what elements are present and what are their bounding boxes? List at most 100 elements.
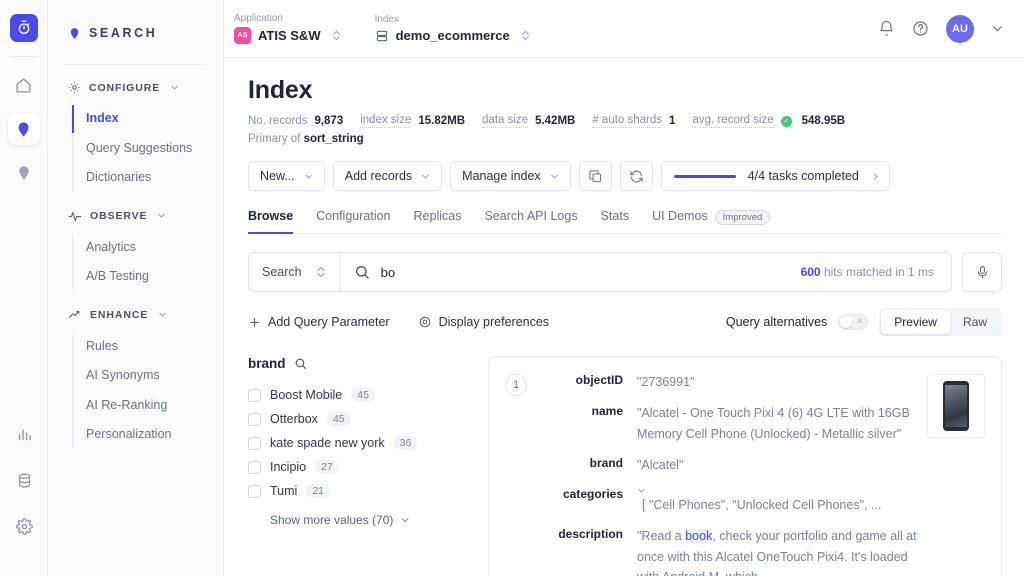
- nav-group-observe: OBSERVE Analytics A/B Testing: [48, 203, 223, 292]
- trend-up-icon: [68, 308, 82, 322]
- facet-item[interactable]: Otterbox 45: [248, 407, 466, 431]
- query-options-row: Add Query Parameter Display preferences …: [248, 308, 1002, 336]
- search-icon[interactable]: [294, 357, 307, 370]
- facet-item[interactable]: Tumi 21: [248, 479, 466, 503]
- rail-item-recommend[interactable]: [8, 157, 40, 189]
- facet-title-label: brand: [248, 356, 286, 371]
- nav-group-label: OBSERVE: [90, 210, 147, 222]
- avatar[interactable]: AU: [946, 15, 974, 43]
- add-records-button[interactable]: Add records: [333, 161, 442, 191]
- refresh-icon: [629, 169, 644, 184]
- stat-key-data-size: data size: [482, 114, 528, 128]
- new-button[interactable]: New...: [248, 161, 325, 191]
- show-more-values-button[interactable]: Show more values (70): [248, 503, 466, 527]
- phone-screen: [945, 385, 967, 427]
- search-icon: [354, 264, 370, 280]
- chevron-down-icon: [550, 172, 559, 181]
- tab-browse[interactable]: Browse: [248, 209, 293, 233]
- status-ok-icon: ✓: [781, 116, 792, 127]
- microphone-icon: [975, 265, 990, 280]
- nav-group-header-configure[interactable]: CONFIGURE: [48, 75, 223, 100]
- facet-checkbox[interactable]: [248, 413, 261, 426]
- rail-item-search[interactable]: [8, 113, 40, 145]
- chevron-down-icon[interactable]: [637, 486, 881, 495]
- search-pin-icon: [68, 27, 81, 40]
- add-query-parameter-button[interactable]: Add Query Parameter: [248, 315, 390, 329]
- sidebar-item-dictionaries[interactable]: Dictionaries: [72, 163, 223, 193]
- facet-checkbox[interactable]: [248, 485, 261, 498]
- copy-button[interactable]: [579, 161, 612, 191]
- facet-checkbox[interactable]: [248, 389, 261, 402]
- sidebar-item-index[interactable]: Index: [72, 104, 223, 134]
- search-hits: 600 hits matched in 1 ms: [801, 265, 937, 279]
- facet-item[interactable]: Incipio 27: [248, 455, 466, 479]
- add-records-button-label: Add records: [345, 169, 412, 183]
- sidebar-item-query-suggestions[interactable]: Query Suggestions: [72, 134, 223, 164]
- rail-item-settings[interactable]: [8, 510, 40, 542]
- sidebar-divider: [66, 64, 205, 65]
- stepper-icon[interactable]: [521, 29, 530, 42]
- nav-group-configure: CONFIGURE Index Query Suggestions Dictio…: [48, 75, 223, 193]
- facet-label: Boost Mobile: [270, 388, 342, 402]
- view-mode-preview[interactable]: Preview: [881, 310, 950, 334]
- facet-count: 21: [306, 484, 330, 498]
- nav-group-header-enhance[interactable]: ENHANCE: [48, 302, 223, 328]
- search-hits-count: 600: [801, 265, 821, 279]
- sidebar-item-rules[interactable]: Rules: [72, 332, 223, 362]
- facet-checkbox[interactable]: [248, 461, 261, 474]
- record-key: objectID: [537, 372, 623, 392]
- display-preferences-button[interactable]: Display preferences: [418, 315, 549, 329]
- tab-stats[interactable]: Stats: [601, 209, 630, 233]
- add-query-parameter-label: Add Query Parameter: [268, 315, 390, 329]
- search-input[interactable]: bo 600 hits matched in 1 ms: [340, 264, 951, 280]
- question-circle-icon[interactable]: [912, 20, 929, 37]
- stepper-icon[interactable]: [316, 265, 326, 279]
- tab-ui-demos[interactable]: UI DemosImproved: [652, 209, 770, 233]
- nav-group-header-observe[interactable]: OBSERVE: [48, 203, 223, 229]
- app-root: SEARCH CONFIGURE Index Query Suggestion: [0, 0, 1024, 576]
- stopwatch-logo-icon[interactable]: [10, 14, 38, 42]
- query-alternatives-toggle[interactable]: ✕: [838, 314, 868, 330]
- sidebar: SEARCH CONFIGURE Index Query Suggestion: [48, 0, 224, 576]
- record-value: [ "Cell Phones", "Unlocked Cell Phones",…: [642, 498, 881, 512]
- rail-bottom-group: [0, 418, 48, 556]
- query-alternatives-label: Query alternatives: [726, 315, 827, 329]
- sidebar-item-ab-testing[interactable]: A/B Testing: [72, 262, 223, 292]
- tasks-status-button[interactable]: 4/4 tasks completed: [661, 161, 890, 191]
- tab-replicas[interactable]: Replicas: [414, 209, 462, 233]
- voice-search-button[interactable]: [962, 252, 1002, 292]
- record-value: "Alcatel - One Touch Pixi 4 (6) 4G LTE w…: [637, 403, 917, 444]
- stat-value-data-size: 5.42MB: [535, 115, 575, 127]
- sidebar-item-ai-synonyms[interactable]: AI Synonyms: [72, 361, 223, 391]
- rail-item-home[interactable]: [8, 69, 40, 101]
- rail-item-analytics[interactable]: [8, 418, 40, 450]
- view-mode-segmented: Preview Raw: [879, 308, 1002, 336]
- page-title: Index: [248, 76, 1002, 105]
- nav-group-enhance: ENHANCE Rules AI Synonyms AI Re-Ranking …: [48, 302, 223, 450]
- facet-item[interactable]: kate spade new york 36: [248, 431, 466, 455]
- rail-item-data-sources[interactable]: [8, 464, 40, 496]
- record-key: categories: [537, 486, 623, 515]
- bell-icon[interactable]: [878, 20, 895, 37]
- facet-checkbox[interactable]: [248, 437, 261, 450]
- index-selector-value: demo_ecommerce: [396, 28, 510, 43]
- facet-item[interactable]: Boost Mobile 45: [248, 383, 466, 407]
- facet-count: 45: [351, 388, 375, 402]
- record-value-categories[interactable]: [ "Cell Phones", "Unlocked Cell Phones",…: [637, 486, 881, 515]
- manage-index-button[interactable]: Manage index: [450, 161, 571, 191]
- chevron-down-icon: [421, 172, 430, 181]
- sidebar-item-analytics[interactable]: Analytics: [72, 233, 223, 263]
- index-selector[interactable]: Index demo_ecommerce: [375, 14, 530, 43]
- sidebar-item-ai-re-ranking[interactable]: AI Re-Ranking: [72, 391, 223, 421]
- stepper-icon[interactable]: [332, 29, 341, 42]
- refresh-button[interactable]: [620, 161, 653, 191]
- tab-configuration[interactable]: Configuration: [316, 209, 390, 233]
- tab-search-api-logs[interactable]: Search API Logs: [484, 209, 577, 233]
- chevron-down-icon[interactable]: [991, 22, 1004, 35]
- record-value: "Alcatel": [637, 455, 683, 475]
- sidebar-item-personalization[interactable]: Personalization: [72, 420, 223, 450]
- view-mode-raw[interactable]: Raw: [950, 310, 1000, 334]
- top-bar-actions: AU: [878, 15, 1004, 43]
- application-selector[interactable]: Application AS ATIS S&W: [234, 13, 341, 44]
- search-mode-selector[interactable]: Search: [249, 253, 340, 291]
